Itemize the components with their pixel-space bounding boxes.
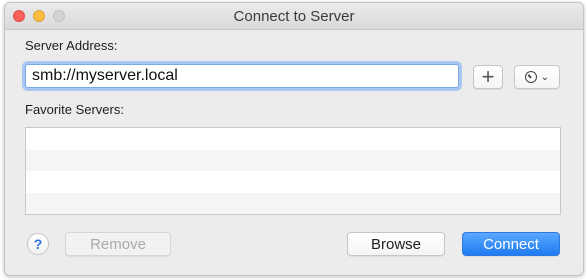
add-favorite-button[interactable]: +	[473, 64, 503, 89]
list-item[interactable]	[26, 128, 560, 150]
favorite-servers-list[interactable]	[25, 127, 561, 215]
browse-button-label: Browse	[370, 235, 422, 253]
server-address-input[interactable]	[25, 64, 459, 88]
favorite-servers-label: Favorite Servers:	[25, 102, 124, 117]
window-title: Connect to Server	[233, 8, 355, 25]
plus-icon: +	[481, 64, 495, 89]
remove-button-label: Remove	[90, 235, 146, 253]
list-item[interactable]	[26, 149, 560, 171]
server-address-label: Server Address:	[25, 38, 118, 53]
list-item[interactable]	[26, 192, 560, 214]
list-item[interactable]	[26, 171, 560, 193]
help-button[interactable]: ?	[27, 233, 49, 255]
connect-button-label: Connect	[483, 235, 539, 253]
recent-servers-button[interactable]: ⌄	[514, 65, 560, 89]
title-bar: Connect to Server	[5, 3, 583, 30]
remove-button[interactable]: Remove	[65, 232, 171, 256]
browse-button[interactable]: Browse	[347, 232, 445, 256]
clock-icon	[524, 71, 537, 83]
chevron-down-icon: ⌄	[540, 71, 550, 83]
connect-to-server-window: Connect to Server Server Address: + ⌄ Fa…	[4, 2, 584, 276]
connect-button[interactable]: Connect	[462, 232, 560, 256]
question-mark-icon: ?	[33, 236, 43, 252]
